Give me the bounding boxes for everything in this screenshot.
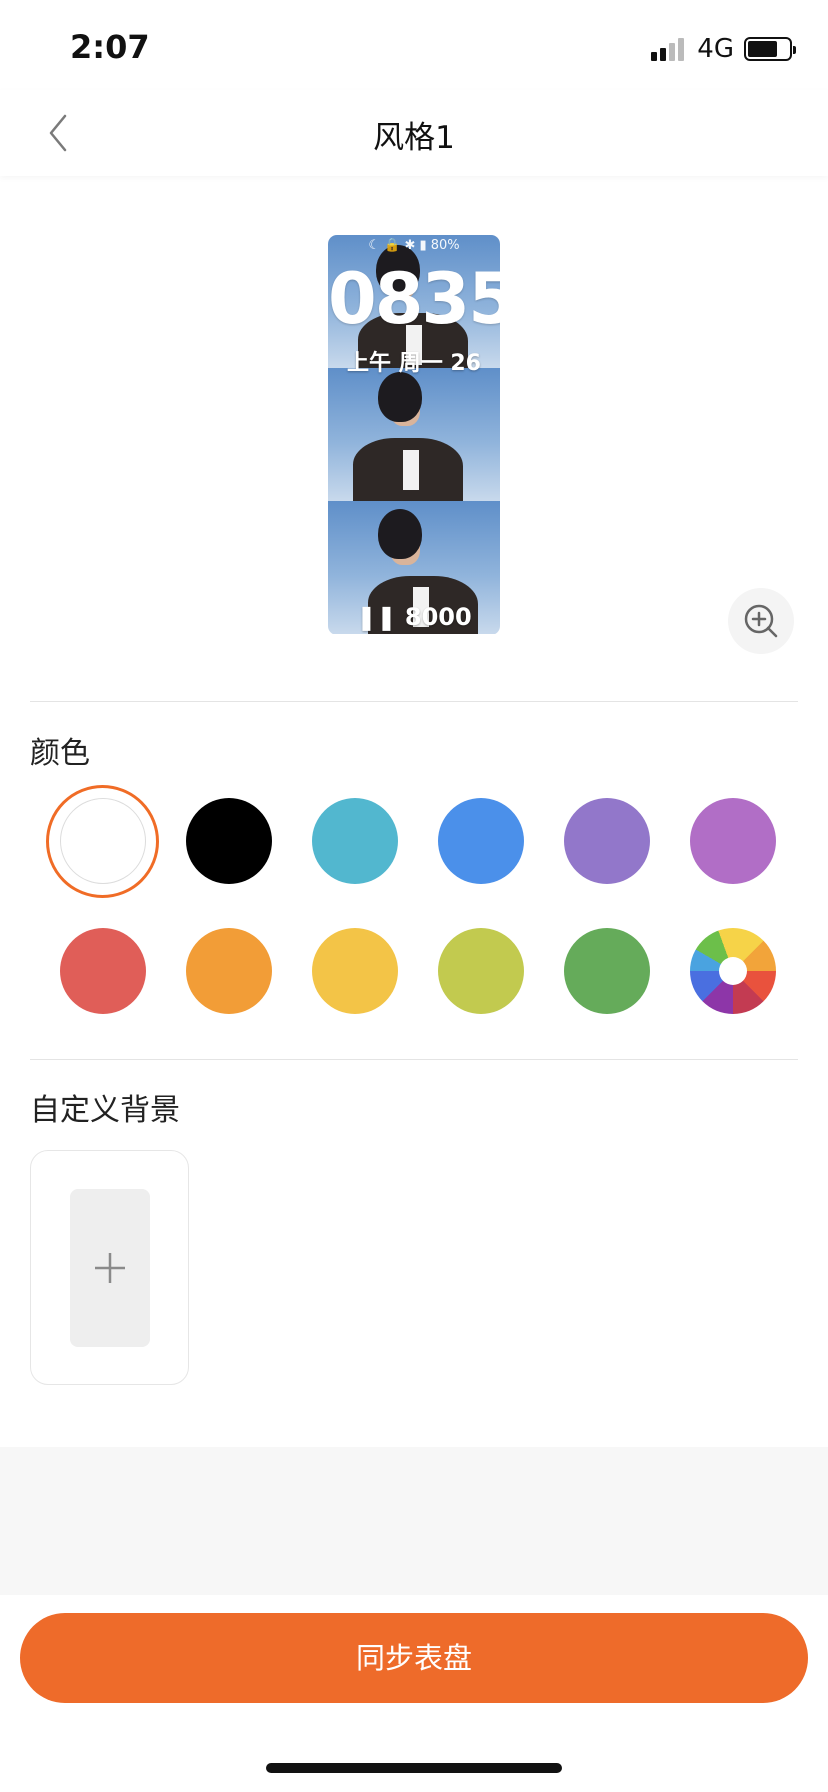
divider — [30, 701, 798, 702]
color-swatch-white[interactable] — [60, 798, 146, 884]
watch-status-icons: ☾ 🔒 ✱ ▮ 80% — [368, 238, 460, 253]
color-wheel-button[interactable] — [690, 928, 776, 1014]
watch-date: 上午 周一 26 — [347, 351, 481, 376]
add-background-card[interactable] — [30, 1150, 189, 1385]
zoom-in-icon — [744, 604, 778, 638]
watch-steps-value: 8000 — [404, 603, 472, 631]
status-bar: 2:07 4G — [0, 0, 828, 90]
status-indicators: 4G — [651, 34, 796, 64]
color-swatch-blue[interactable] — [438, 798, 524, 884]
watch-steps: ❚❚ 8000 — [328, 603, 500, 631]
home-indicator[interactable] — [266, 1763, 562, 1773]
color-wheel-icon — [719, 957, 747, 985]
network-type: 4G — [697, 34, 734, 64]
color-section-title: 颜色 — [30, 736, 90, 771]
spacer-band — [0, 1447, 828, 1595]
battery-icon — [744, 37, 796, 61]
color-swatch-orange[interactable] — [186, 928, 272, 1014]
watch-time: 0835 — [328, 258, 500, 340]
color-swatch-green[interactable] — [564, 928, 650, 1014]
color-swatch-cyan[interactable] — [312, 798, 398, 884]
zoom-button[interactable] — [728, 588, 794, 654]
nav-bar: 风格1 — [0, 90, 828, 176]
color-swatch-purple[interactable] — [690, 798, 776, 884]
status-time: 2:07 — [70, 28, 150, 66]
plus-icon — [95, 1253, 125, 1283]
signal-icon — [651, 37, 687, 61]
add-background-button[interactable] — [70, 1189, 150, 1347]
color-swatch-red[interactable] — [60, 928, 146, 1014]
color-swatch-yellow[interactable] — [312, 928, 398, 1014]
sync-watch-face-button[interactable]: 同步表盘 — [20, 1613, 808, 1703]
footprint-icon: ❚❚ — [356, 603, 405, 631]
watch-face-preview: ☾ 🔒 ✱ ▮ 80% 0835 上午 周一 26 ❚❚ 8000 — [328, 235, 500, 635]
page-title: 风格1 — [373, 120, 455, 156]
color-swatch-lavender[interactable] — [564, 798, 650, 884]
custom-background-title: 自定义背景 — [30, 1093, 180, 1128]
color-swatch-black[interactable] — [186, 798, 272, 884]
color-swatch-lime[interactable] — [438, 928, 524, 1014]
divider — [30, 1059, 798, 1060]
